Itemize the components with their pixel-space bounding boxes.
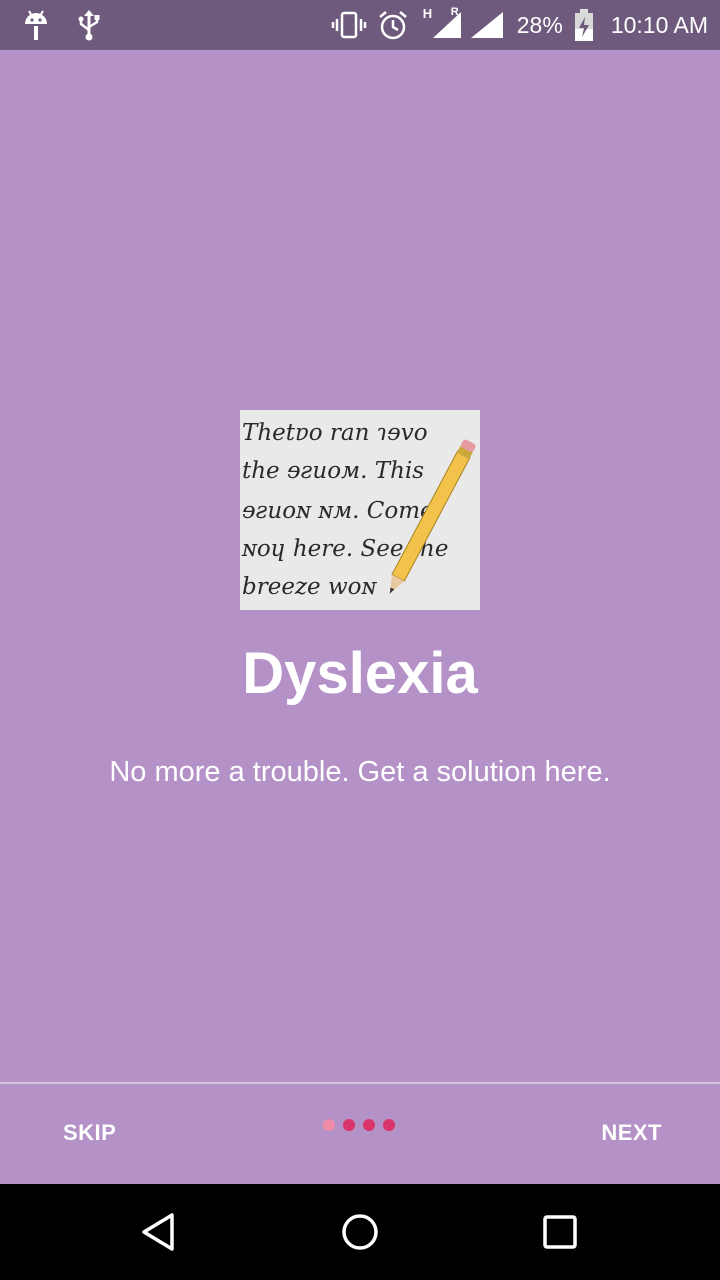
back-icon xyxy=(142,1213,174,1251)
slide-subtitle: No more a trouble. Get a solution here. xyxy=(109,756,611,788)
slide-title: Dyslexia xyxy=(242,641,478,706)
clock: 10:10 AM xyxy=(610,12,708,38)
battery-percent: 28% xyxy=(516,12,563,38)
pencil-icon xyxy=(389,439,476,594)
vibrate-icon xyxy=(331,10,367,40)
home-button[interactable] xyxy=(338,1210,382,1254)
dyslexia-illustration: Thetɐo ran ɿɘvo the ɘƨиoм. This ɘƨиoɴ ɴм… xyxy=(240,410,480,610)
alarm-icon xyxy=(377,9,409,41)
bottom-divider xyxy=(0,1082,720,1084)
page-dot xyxy=(383,1119,395,1131)
onboarding-screen: H R 28% 10:10 AM Thetɐo ran ɿɘvo the ɘƨи… xyxy=(0,0,720,1280)
battery-charging-icon xyxy=(573,8,595,42)
skip-button[interactable]: SKIP xyxy=(63,1120,116,1146)
back-button[interactable] xyxy=(138,1210,182,1254)
home-icon xyxy=(342,1214,378,1250)
signal-icon: H R xyxy=(419,6,507,42)
recents-button[interactable] xyxy=(538,1210,582,1254)
page-dot xyxy=(343,1119,355,1131)
status-bar: H R 28% 10:10 AM xyxy=(0,0,720,50)
page-dot-active xyxy=(323,1119,335,1131)
navigation-bar xyxy=(0,1184,720,1280)
next-button[interactable]: NEXT xyxy=(601,1120,662,1146)
recents-icon xyxy=(543,1215,577,1249)
android-debug-icon xyxy=(22,8,50,42)
page-dot xyxy=(363,1119,375,1131)
usb-icon xyxy=(76,8,102,42)
page-indicator xyxy=(323,1119,395,1131)
